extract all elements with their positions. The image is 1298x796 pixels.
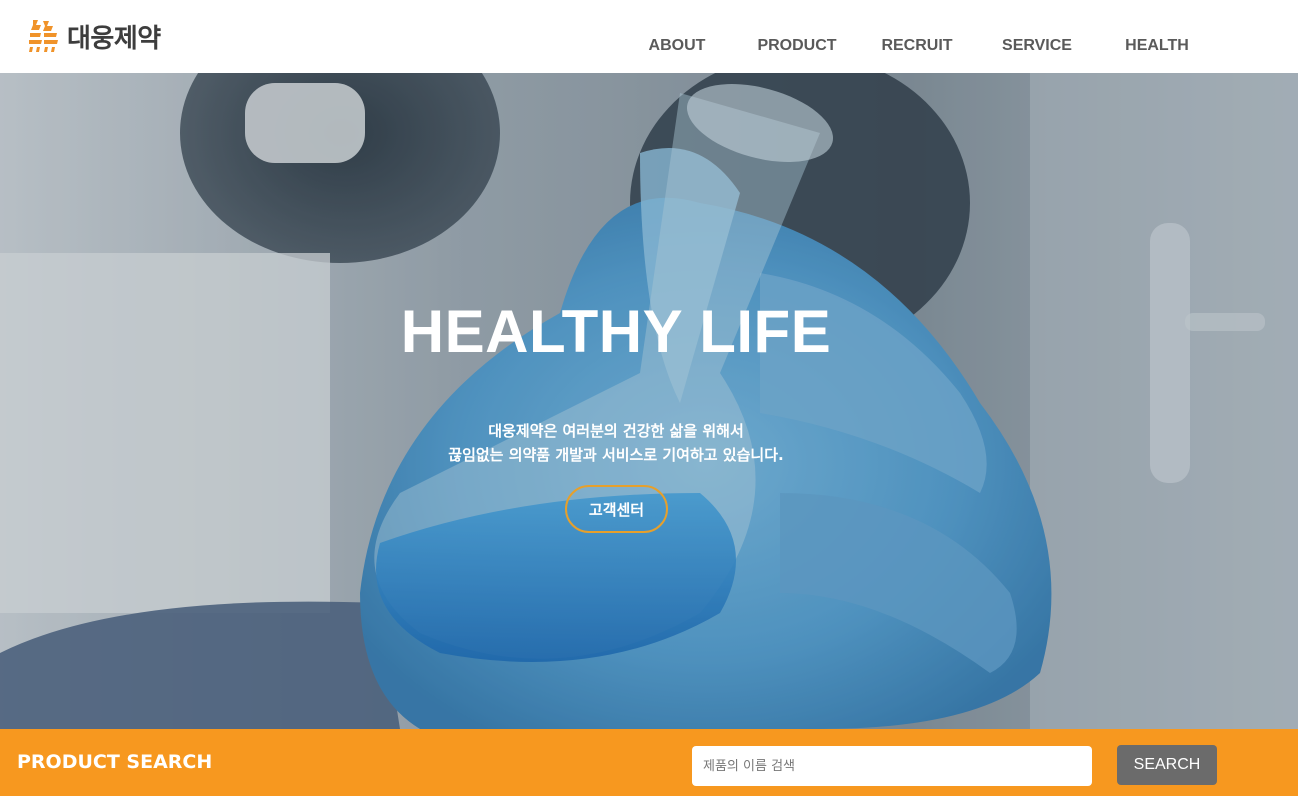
nav-item-service[interactable]: SERVICE [977,35,1097,57]
product-search-bar: PRODUCT SEARCH SEARCH [0,729,1298,796]
site-header: 대웅제약 ABOUT PRODUCT RECRUIT SERVICE HEALT… [0,0,1298,73]
product-search-input[interactable] [692,746,1092,786]
customer-center-button[interactable]: 고객센터 [565,485,668,533]
nav-item-product[interactable]: PRODUCT [737,35,857,57]
hero-background-image [0,73,1298,729]
hero-description-line-1: 대웅제약은 여러분의 건강한 삶을 위해서 [488,422,744,440]
hero-description: 대웅제약은 여러분의 건강한 삶을 위해서 끊임없는 의약품 개발과 서비스로 … [0,419,1232,467]
search-button[interactable]: SEARCH [1117,745,1217,785]
main-nav: ABOUT PRODUCT RECRUIT SERVICE HEALTH [0,35,1298,57]
product-search-title: PRODUCT SEARCH [17,751,213,773]
hero-description-line-2: 끊임없는 의약품 개발과 서비스로 기여하고 있습니다. [448,446,784,464]
nav-item-about[interactable]: ABOUT [617,35,737,57]
nav-item-health[interactable]: HEALTH [1097,35,1217,57]
hero-title: HEALTHY LIFE [400,298,832,365]
hero-banner: HEALTHY LIFE 대웅제약은 여러분의 건강한 삶을 위해서 끊임없는 … [0,73,1298,729]
nav-item-recruit[interactable]: RECRUIT [857,35,977,57]
